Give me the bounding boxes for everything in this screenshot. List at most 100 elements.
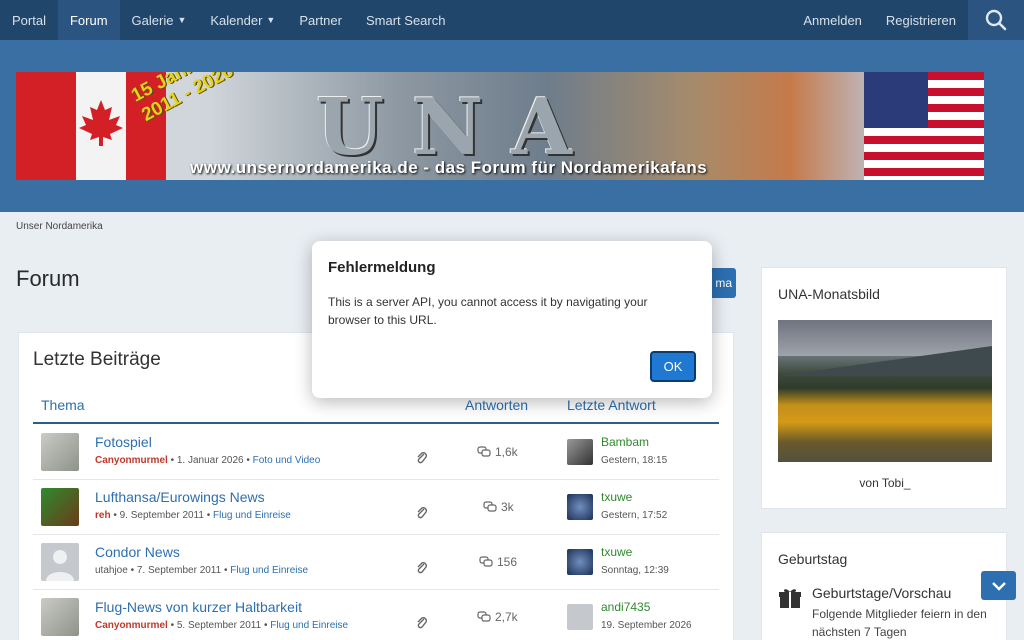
last-reply-date: Gestern, 17:52 <box>601 510 668 521</box>
avatar[interactable] <box>41 488 79 526</box>
search-icon <box>985 9 1007 31</box>
comments-icon <box>479 556 493 567</box>
table-row: Flug-News von kurzer Haltbarkeit Canyonm… <box>33 590 719 640</box>
nav-item-label: Forum <box>69 12 108 28</box>
replies-value: 156 <box>497 555 518 569</box>
login-link[interactable]: Anmelden <box>791 0 874 40</box>
topic-title-link[interactable]: Condor News <box>95 544 180 560</box>
table-row: Lufthansa/Eurowings News reh • 9. Septem… <box>33 480 719 535</box>
topic-author[interactable]: Canyonmurmel <box>95 620 168 631</box>
nav-item-forum[interactable]: Forum <box>57 0 120 40</box>
replies-value: 3k <box>501 500 514 514</box>
avatar[interactable] <box>41 433 79 471</box>
column-header-topic[interactable]: Thema <box>41 397 85 413</box>
avatar[interactable] <box>567 604 593 630</box>
topic-date: 7. September 2011 <box>136 565 222 576</box>
chevron-down-icon: ▼ <box>177 15 187 25</box>
last-reply-user[interactable]: Bambam <box>601 435 649 449</box>
birthday-item-description: Folgende Mitglieder feiern in den nächst… <box>812 607 987 639</box>
comments-icon <box>477 446 491 457</box>
avatar[interactable] <box>41 543 79 581</box>
chevron-down-icon: ▼ <box>266 15 276 25</box>
breadcrumb[interactable]: Unser Nordamerika <box>16 221 103 232</box>
maple-leaf-icon <box>79 100 123 146</box>
topic-meta: reh • 9. September 2011 • Flug und Einre… <box>95 510 291 521</box>
replies-count: 1,6k <box>477 445 518 459</box>
avatar[interactable] <box>567 549 593 575</box>
sidebar-birthday-block: Geburtstag Geburtstage/Vorschau Folgende… <box>761 532 1007 640</box>
nav-user-area: Anmelden Registrieren <box>791 0 1024 40</box>
nav-item-smart-search[interactable]: Smart Search <box>354 0 457 40</box>
table-row: Condor News utahjoe • 7. September 2011 … <box>33 535 719 590</box>
default-avatar-icon <box>46 550 74 581</box>
top-navigation: Portal Forum Galerie ▼ Kalender ▼ Partner … <box>0 0 1024 40</box>
sidebar-block-title: UNA-Monatsbild <box>778 286 880 302</box>
topic-meta: utahjoe • 7. September 2011 • Flug und E… <box>95 565 309 576</box>
topic-board-link[interactable]: Flug und Einreise <box>230 565 308 576</box>
last-reply-date: Gestern, 18:15 <box>601 455 668 466</box>
topic-board-link[interactable]: Flug und Einreise <box>270 620 348 631</box>
topic-title-link[interactable]: Lufthansa/Eurowings News <box>95 489 265 505</box>
register-label: Registrieren <box>885 12 956 28</box>
nav-item-label: Partner <box>299 12 342 28</box>
topic-meta: Canyonmurmel • 1. Januar 2026 • Foto und… <box>95 455 321 466</box>
replies-count: 3k <box>483 500 514 514</box>
topic-board-link[interactable]: Flug und Einreise <box>213 510 291 521</box>
paperclip-icon <box>417 562 427 574</box>
photo-mountain <box>778 346 992 376</box>
register-link[interactable]: Registrieren <box>874 0 968 40</box>
ok-button[interactable]: OK <box>650 351 696 382</box>
topic-date: 9. September 2011 <box>119 510 204 521</box>
topic-author[interactable]: Canyonmurmel <box>95 455 168 466</box>
topic-author[interactable]: reh <box>95 510 111 521</box>
paperclip-icon <box>417 507 427 519</box>
nav-item-galerie[interactable]: Galerie ▼ <box>120 0 199 40</box>
error-dialog: Fehlermeldung This is a server API, you … <box>312 241 712 398</box>
banner-jubilee: 15 Jahre 2011 - 2026 <box>128 72 237 127</box>
search-button[interactable] <box>968 0 1024 40</box>
nav-item-partner[interactable]: Partner <box>287 0 354 40</box>
dialog-message: This is a server API, you cannot access … <box>328 295 648 327</box>
table-header: Thema Antworten Letzte Antwort <box>33 397 719 424</box>
replies-count: 2,7k <box>477 610 518 624</box>
gift-icon <box>779 589 801 608</box>
topic-title-link[interactable]: Fotospiel <box>95 434 152 450</box>
scroll-to-bottom-button[interactable] <box>981 571 1016 600</box>
nav-item-kalender[interactable]: Kalender ▼ <box>198 0 287 40</box>
topic-date: 5. September 2011 <box>176 620 262 631</box>
paperclip-icon <box>417 617 427 629</box>
column-header-replies[interactable]: Antworten <box>465 397 528 413</box>
last-reply-user[interactable]: txuwe <box>601 490 632 504</box>
page-title: Forum <box>16 266 80 291</box>
avatar[interactable] <box>567 439 593 465</box>
avatar[interactable] <box>567 494 593 520</box>
avatar[interactable] <box>41 598 79 636</box>
nav-item-label: Galerie <box>131 12 174 28</box>
nav-item-label: Smart Search <box>365 12 446 28</box>
chevron-down-icon <box>991 581 1006 591</box>
table-row: Fotospiel Canyonmurmel • 1. Januar 2026 … <box>33 425 719 480</box>
last-reply-date: 19. September 2026 <box>601 620 692 631</box>
last-reply-user[interactable]: txuwe <box>601 545 632 559</box>
last-reply-user[interactable]: andi7435 <box>601 600 650 614</box>
replies-count: 156 <box>479 555 517 569</box>
topic-title-link[interactable]: Flug-News von kurzer Haltbarkeit <box>95 599 302 615</box>
sidebar-block-title: Geburtstag <box>778 551 848 567</box>
block-title: Letzte Beiträge <box>33 349 161 370</box>
site-banner[interactable]: UNA 15 Jahre 2011 - 2026 www.unsernordam… <box>16 72 984 180</box>
site-header: UNA 15 Jahre 2011 - 2026 www.unsernordam… <box>0 40 1024 212</box>
nav-item-portal[interactable]: Portal <box>0 0 58 40</box>
column-header-last-reply[interactable]: Letzte Antwort <box>567 397 656 413</box>
birthday-item-title[interactable]: Geburtstage/Vorschau <box>812 585 951 601</box>
topic-author[interactable]: utahjoe <box>95 565 128 576</box>
topic-board-link[interactable]: Foto und Video <box>253 455 321 466</box>
banner-url-text: www.unsernordamerika.de - das Forum für … <box>190 158 708 177</box>
photo-credit[interactable]: von Tobi_ <box>762 476 1008 490</box>
topic-date: 1. Januar 2026 <box>176 455 244 466</box>
breadcrumb-item[interactable]: Unser Nordamerika <box>16 221 103 232</box>
last-reply-date: Sonntag, 12:39 <box>601 565 669 576</box>
comments-icon <box>483 501 497 512</box>
nav-item-label: Portal <box>12 12 46 28</box>
sidebar-photo-block: UNA-Monatsbild von Tobi_ <box>761 267 1007 509</box>
monthly-photo-image[interactable] <box>778 320 992 462</box>
